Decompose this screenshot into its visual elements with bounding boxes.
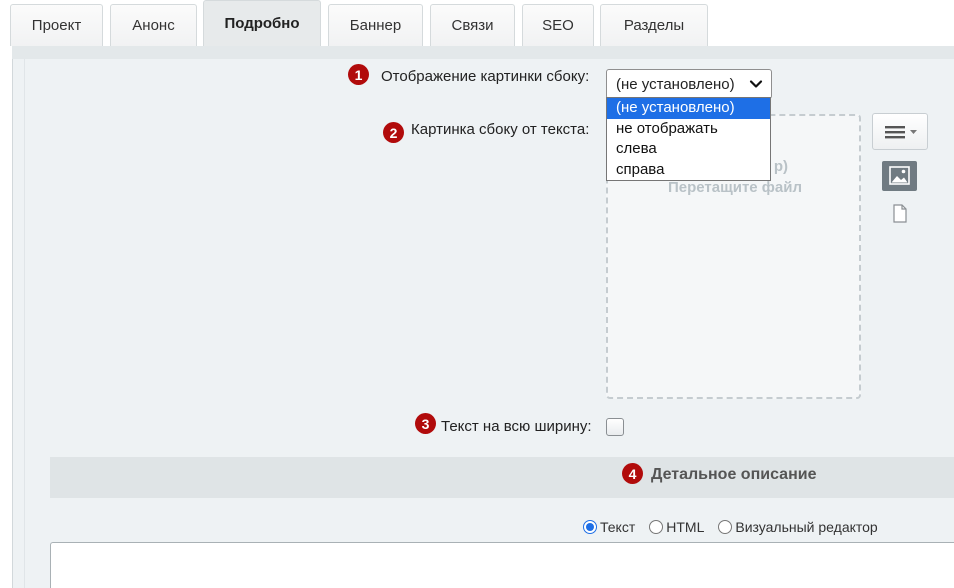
mode-text-label: Текст (600, 519, 636, 535)
mode-text[interactable]: Текст (583, 519, 635, 535)
mode-visual-label: Визуальный редактор (735, 519, 878, 535)
editor-mode-radios: Текст HTML Визуальный редактор (583, 517, 892, 537)
option-not-set[interactable]: (не установлено) (607, 98, 770, 119)
image-menu-button[interactable] (872, 113, 928, 150)
side-image-display-select[interactable]: (не установлено) (606, 69, 772, 99)
tab-links[interactable]: Связи (430, 4, 515, 46)
tab-sections[interactable]: Разделы (600, 4, 708, 46)
detail-description-header (50, 457, 954, 498)
radio-text[interactable] (583, 520, 597, 534)
badge-2: 2 (383, 122, 404, 143)
hamburger-dropdown-icon (885, 126, 917, 139)
detail-text-editor[interactable] (50, 542, 954, 588)
side-image-display-label: Отображение картинки сбоку: (381, 68, 590, 85)
dropzone-text-2: Перетащите файл (667, 179, 803, 196)
side-image-label: Картинка сбоку от текста: (411, 121, 590, 138)
option-right[interactable]: справа (607, 160, 770, 181)
side-image-display-options: (не установлено) не отображать слева спр… (606, 97, 771, 181)
select-value: (не установлено) (616, 75, 735, 93)
panel-top-strip (12, 46, 954, 59)
full-width-text-checkbox[interactable] (606, 418, 624, 436)
file-icon[interactable] (892, 204, 908, 223)
radio-visual-editor[interactable] (718, 520, 733, 534)
radio-html[interactable] (649, 520, 664, 534)
chevron-down-icon (749, 80, 763, 88)
image-source-button[interactable] (882, 161, 917, 191)
image-icon (889, 166, 910, 185)
tab-banner[interactable]: Баннер (328, 4, 423, 46)
option-left[interactable]: слева (607, 139, 770, 160)
mode-html-label: HTML (666, 519, 705, 535)
badge-4: 4 (622, 463, 643, 484)
mode-html[interactable]: HTML (649, 519, 704, 535)
tab-project[interactable]: Проект (10, 4, 103, 46)
tab-bar: Проект Анонс Подробно Баннер Связи SEO Р… (0, 0, 954, 46)
tab-seo[interactable]: SEO (522, 4, 594, 46)
tab-details[interactable]: Подробно (203, 0, 321, 46)
option-hide[interactable]: не отображать (607, 119, 770, 140)
tab-announcement[interactable]: Анонс (110, 4, 197, 46)
full-width-text-label: Текст на всю ширину: (441, 418, 592, 435)
badge-1: 1 (348, 64, 369, 85)
section-title: Детальное описание (651, 466, 817, 483)
mode-visual-editor[interactable]: Визуальный редактор (718, 519, 878, 535)
badge-3: 3 (415, 413, 436, 434)
page: Проект Анонс Подробно Баннер Связи SEO Р… (0, 0, 954, 588)
